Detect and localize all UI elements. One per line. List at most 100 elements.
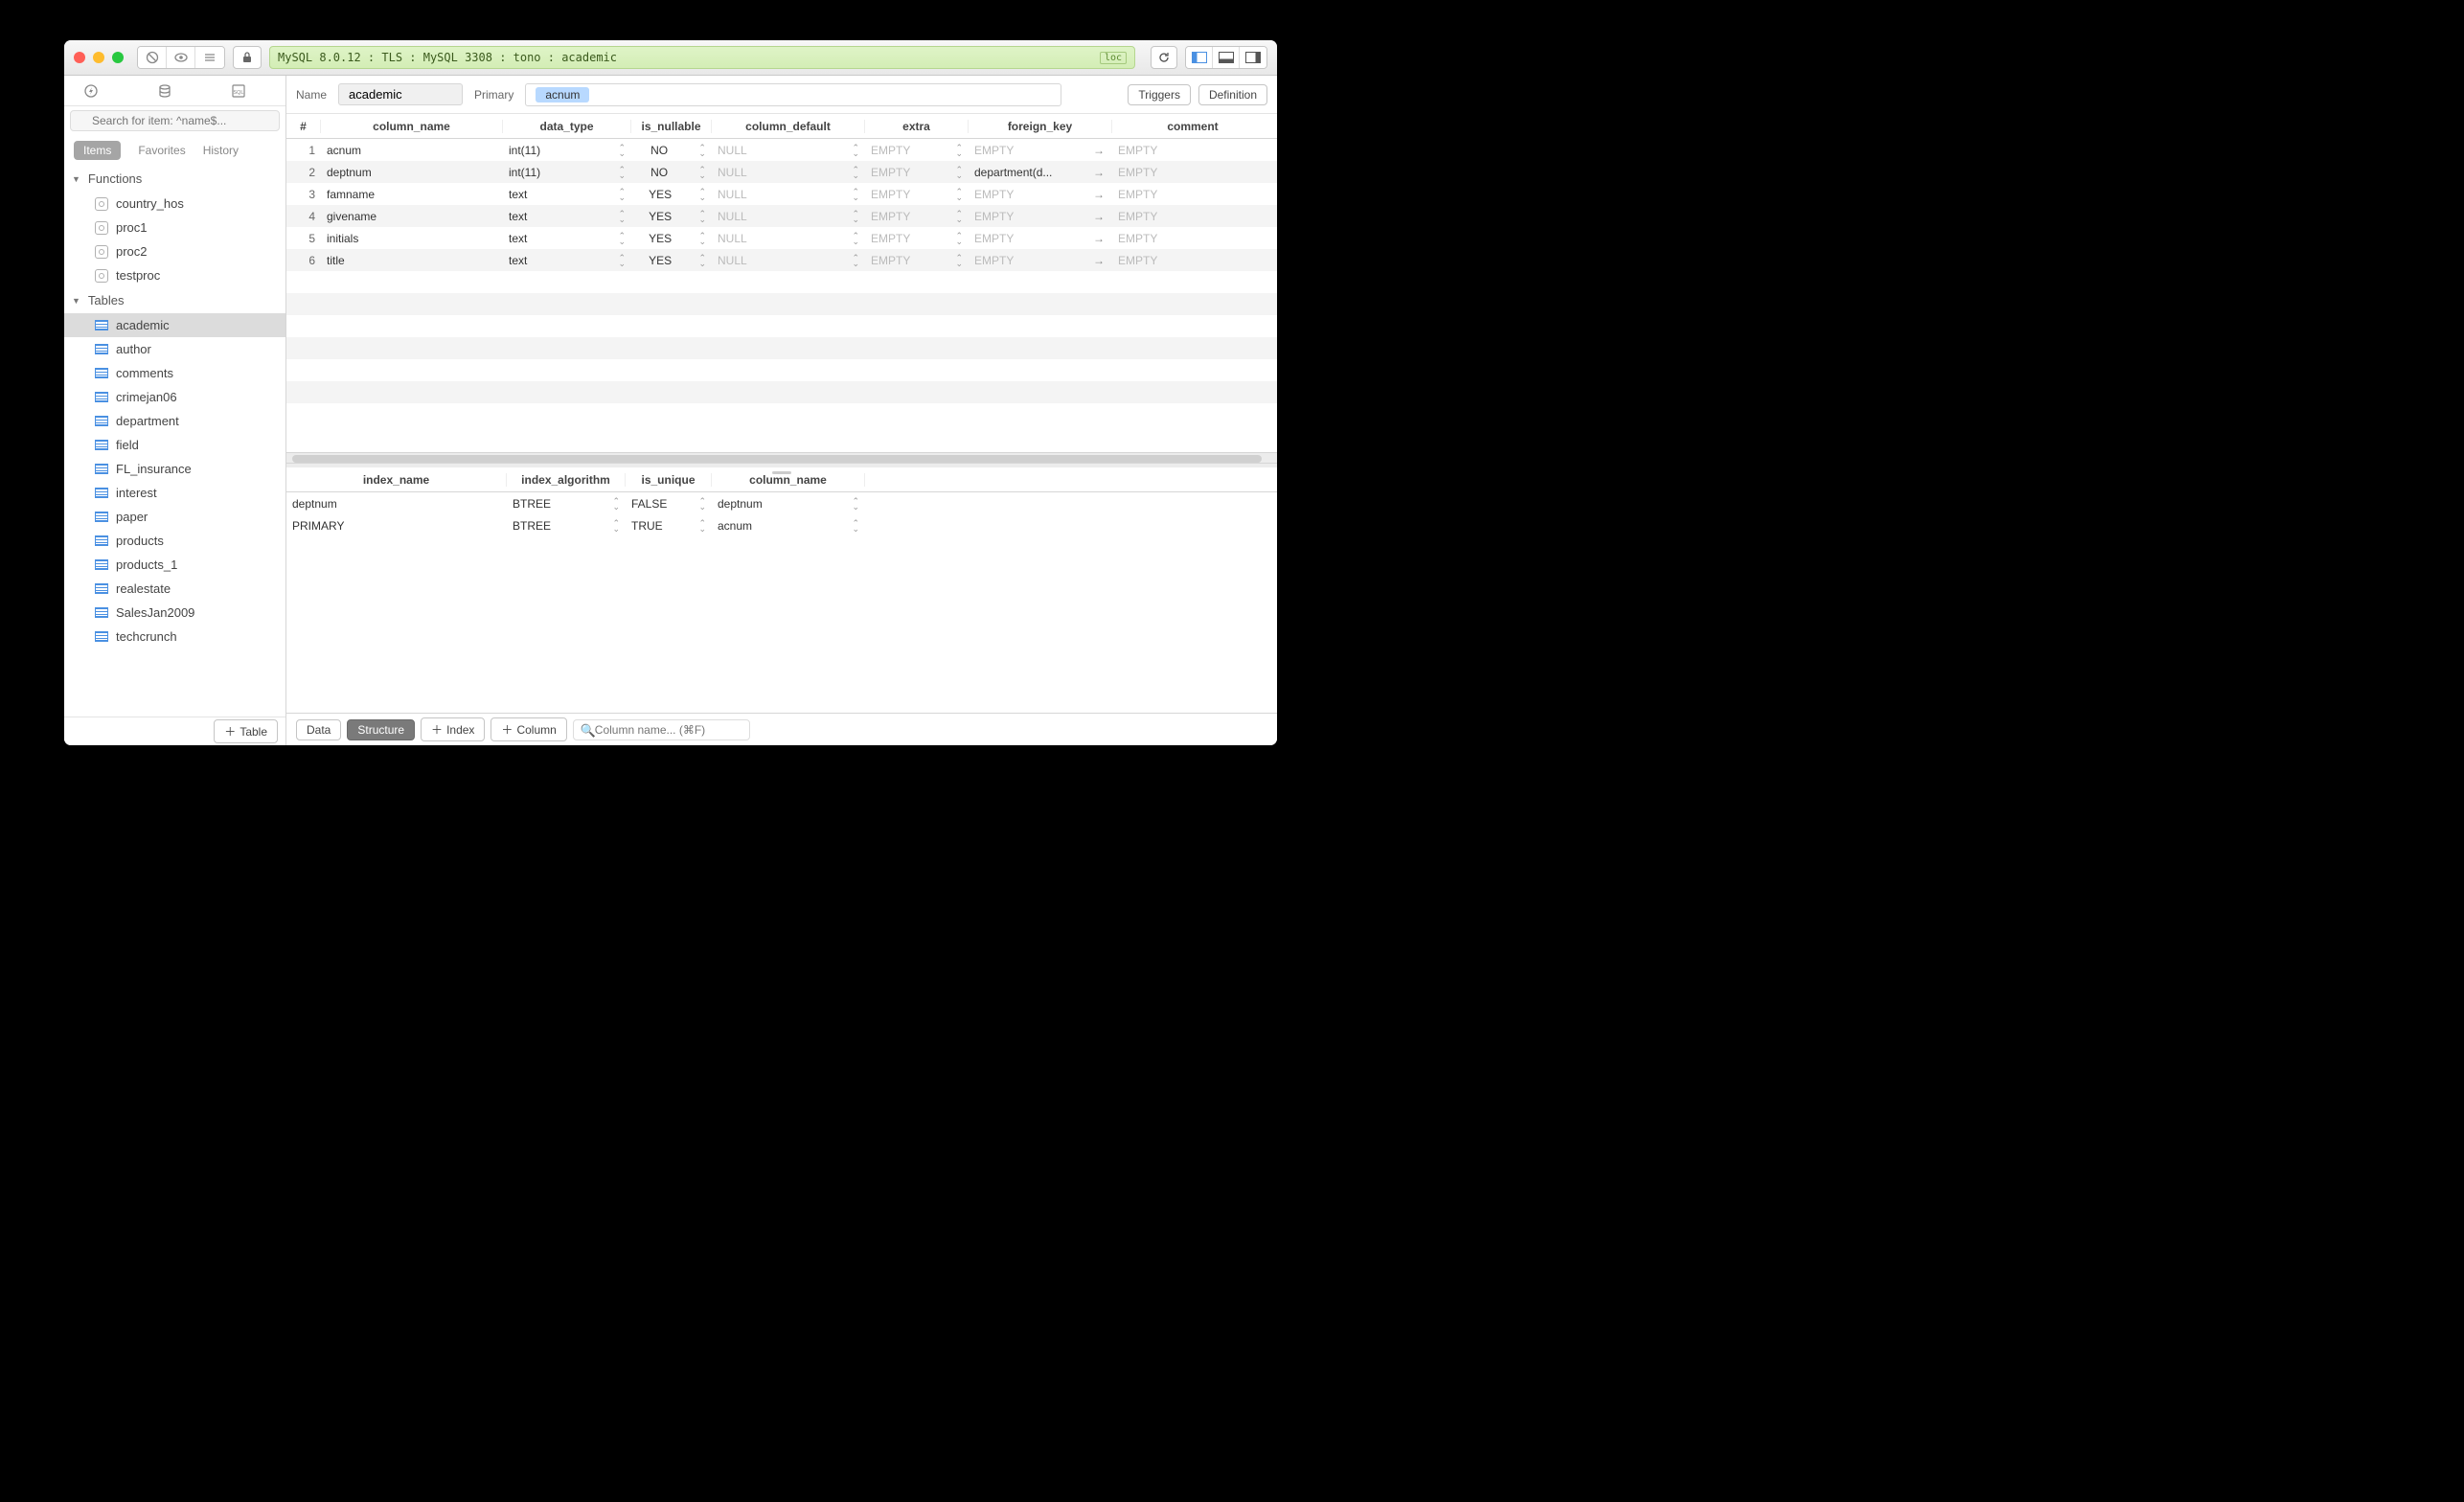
cell-column-name[interactable]: givename (321, 210, 503, 223)
zoom-window-button[interactable] (112, 52, 124, 63)
primary-key-field[interactable]: acnum (525, 83, 1061, 106)
stepper-icon[interactable]: ⌃⌄ (852, 145, 859, 156)
stepper-icon[interactable]: ⌃⌄ (618, 189, 626, 200)
sidebar-item-table[interactable]: products (64, 529, 285, 553)
sidebar-mode-db-icon[interactable] (156, 82, 194, 100)
stepper-icon[interactable]: ⌃⌄ (955, 233, 963, 244)
cell-comment[interactable]: EMPTY (1112, 188, 1273, 201)
cell-data-type[interactable]: text⌃⌄ (503, 254, 631, 267)
cell-comment[interactable]: EMPTY (1112, 166, 1273, 179)
stepper-icon[interactable]: ⌃⌄ (698, 189, 706, 200)
idx-header-col[interactable]: column_name (712, 473, 865, 487)
column-row[interactable]: 4 givename text⌃⌄ YES⌃⌄ NULL⌃⌄ EMPTY⌃⌄ E… (286, 205, 1277, 227)
cell-index-column[interactable]: acnum⌃⌄ (712, 519, 865, 533)
sidebar-item-table[interactable]: crimejan06 (64, 385, 285, 409)
tab-favorites[interactable]: Favorites (138, 144, 185, 157)
cell-foreign-key[interactable]: EMPTY→ (969, 210, 1112, 223)
stepper-icon[interactable]: ⌃⌄ (612, 520, 620, 532)
layout-right-button[interactable] (1240, 47, 1266, 68)
cell-default[interactable]: NULL⌃⌄ (712, 232, 865, 245)
tree-header-tables[interactable]: ▼Tables (64, 287, 285, 313)
cell-column-name[interactable]: title (321, 254, 503, 267)
stepper-icon[interactable]: ⌃⌄ (698, 211, 706, 222)
stepper-icon[interactable]: ⌃⌄ (955, 189, 963, 200)
cell-comment[interactable]: EMPTY (1112, 254, 1273, 267)
close-window-button[interactable] (74, 52, 85, 63)
sidebar-item-table[interactable]: field (64, 433, 285, 457)
cell-data-type[interactable]: int(11)⌃⌄ (503, 144, 631, 157)
stepper-icon[interactable]: ⌃⌄ (955, 255, 963, 266)
cell-comment[interactable]: EMPTY (1112, 210, 1273, 223)
col-header-extra[interactable]: extra (865, 120, 969, 133)
data-tab-button[interactable]: Data (296, 719, 341, 740)
sidebar-item-function[interactable]: testproc (64, 263, 285, 287)
col-header-fk[interactable]: foreign_key (969, 120, 1112, 133)
cell-foreign-key[interactable]: EMPTY→ (969, 144, 1112, 157)
cell-nullable[interactable]: NO⌃⌄ (631, 144, 712, 157)
sidebar-item-table[interactable]: SalesJan2009 (64, 601, 285, 625)
stepper-icon[interactable]: ⌃⌄ (852, 233, 859, 244)
stepper-icon[interactable]: ⌃⌄ (955, 211, 963, 222)
layout-bottom-button[interactable] (1213, 47, 1240, 68)
stepper-icon[interactable]: ⌃⌄ (698, 520, 706, 532)
sidebar-item-table[interactable]: comments (64, 361, 285, 385)
cell-default[interactable]: NULL⌃⌄ (712, 254, 865, 267)
column-row[interactable]: 1 acnum int(11)⌃⌄ NO⌃⌄ NULL⌃⌄ EMPTY⌃⌄ EM… (286, 139, 1277, 161)
sidebar-item-table[interactable]: realestate (64, 577, 285, 601)
cell-column-name[interactable]: deptnum (321, 166, 503, 179)
stepper-icon[interactable]: ⌃⌄ (698, 498, 706, 510)
sidebar-item-function[interactable]: proc2 (64, 239, 285, 263)
triggers-button[interactable]: Triggers (1128, 84, 1191, 105)
stepper-icon[interactable]: ⌃⌄ (698, 233, 706, 244)
lock-button[interactable] (233, 46, 262, 69)
cell-extra[interactable]: EMPTY⌃⌄ (865, 144, 969, 157)
sidebar-item-table[interactable]: academic (64, 313, 285, 337)
cell-extra[interactable]: EMPTY⌃⌄ (865, 254, 969, 267)
idx-header-unique[interactable]: is_unique (626, 473, 712, 487)
cell-nullable[interactable]: YES⌃⌄ (631, 232, 712, 245)
column-row[interactable]: 5 initials text⌃⌄ YES⌃⌄ NULL⌃⌄ EMPTY⌃⌄ E… (286, 227, 1277, 249)
cell-column-name[interactable]: famname (321, 188, 503, 201)
sidebar-item-function[interactable]: proc1 (64, 216, 285, 239)
stepper-icon[interactable]: ⌃⌄ (618, 233, 626, 244)
refresh-button[interactable] (1151, 46, 1177, 69)
table-name-input[interactable] (338, 83, 463, 105)
column-row[interactable]: 3 famname text⌃⌄ YES⌃⌄ NULL⌃⌄ EMPTY⌃⌄ EM… (286, 183, 1277, 205)
cell-nullable[interactable]: NO⌃⌄ (631, 166, 712, 179)
index-row[interactable]: deptnum BTREE ⌃⌄ FALSE ⌃⌄ deptnum⌃⌄ (286, 492, 1277, 514)
list-button[interactable] (195, 47, 224, 68)
sidebar-item-function[interactable]: country_hos (64, 192, 285, 216)
cell-default[interactable]: NULL⌃⌄ (712, 210, 865, 223)
sidebar-item-table[interactable]: techcrunch (64, 625, 285, 649)
col-header-default[interactable]: column_default (712, 120, 865, 133)
cell-extra[interactable]: EMPTY⌃⌄ (865, 188, 969, 201)
cell-nullable[interactable]: YES⌃⌄ (631, 254, 712, 267)
splitter-handle-row[interactable] (286, 464, 1277, 467)
stepper-icon[interactable]: ⌃⌄ (698, 167, 706, 178)
cell-extra[interactable]: EMPTY⌃⌄ (865, 166, 969, 179)
add-table-button[interactable]: ＋ Table (214, 719, 278, 743)
tab-items[interactable]: Items (74, 141, 121, 160)
preview-button[interactable] (167, 47, 195, 68)
stepper-icon[interactable]: ⌃⌄ (698, 255, 706, 266)
sidebar-item-table[interactable]: department (64, 409, 285, 433)
sidebar-mode-quick-icon[interactable] (82, 82, 121, 100)
cell-nullable[interactable]: YES⌃⌄ (631, 188, 712, 201)
idx-header-algo[interactable]: index_algorithm (507, 473, 626, 487)
horizontal-splitter[interactable] (286, 452, 1277, 464)
sidebar-item-table[interactable]: author (64, 337, 285, 361)
cell-index-unique[interactable]: FALSE ⌃⌄ (626, 497, 712, 511)
sidebar-item-table[interactable]: FL_insurance (64, 457, 285, 481)
cell-index-name[interactable]: PRIMARY (286, 519, 507, 533)
sidebar-item-table[interactable]: interest (64, 481, 285, 505)
col-header-nullable[interactable]: is_nullable (631, 120, 712, 133)
tab-history[interactable]: History (203, 144, 239, 157)
stepper-icon[interactable]: ⌃⌄ (618, 255, 626, 266)
col-header-type[interactable]: data_type (503, 120, 631, 133)
cell-default[interactable]: NULL⌃⌄ (712, 144, 865, 157)
column-row[interactable]: 2 deptnum int(11)⌃⌄ NO⌃⌄ NULL⌃⌄ EMPTY⌃⌄ … (286, 161, 1277, 183)
tree-header-functions[interactable]: ▼Functions (64, 166, 285, 192)
cell-data-type[interactable]: text⌃⌄ (503, 188, 631, 201)
stepper-icon[interactable]: ⌃⌄ (612, 498, 620, 510)
horizontal-scrollbar[interactable] (292, 455, 1262, 463)
